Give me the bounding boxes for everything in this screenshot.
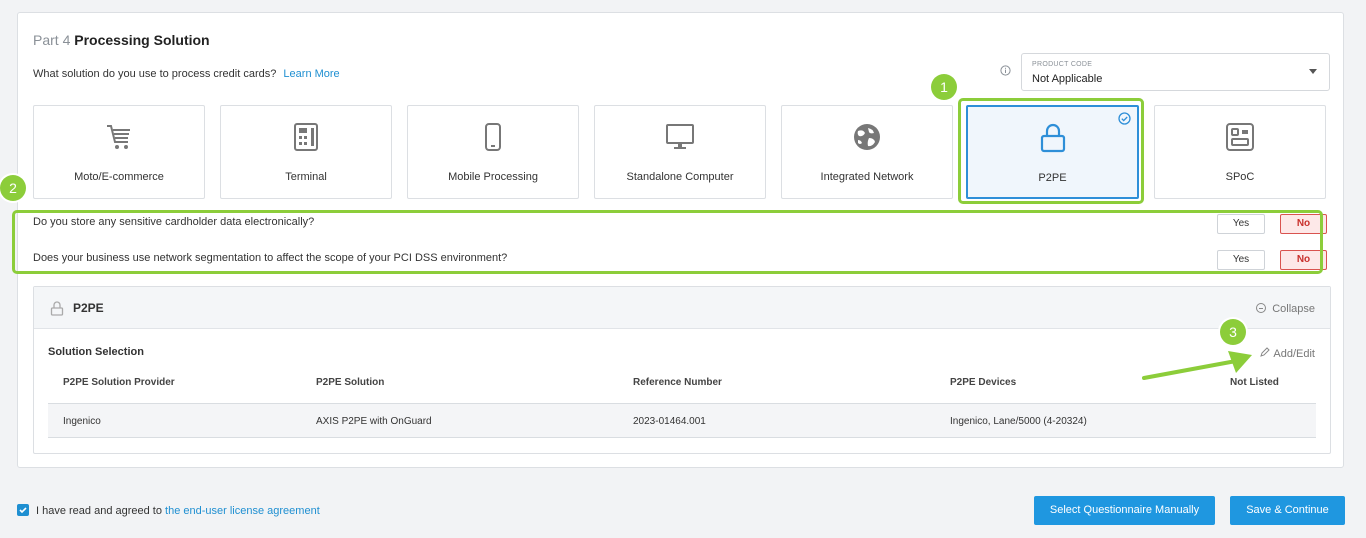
tile-moto-ecommerce[interactable]: Moto/E-commerce bbox=[33, 105, 205, 199]
solution-selection-heading: Solution Selection bbox=[48, 346, 144, 358]
cell-devices: Ingenico, Lane/5000 (4-20324) bbox=[950, 416, 1087, 427]
tile-mobile-processing[interactable]: Mobile Processing bbox=[407, 105, 579, 199]
tile-spoc[interactable]: SPoC bbox=[1154, 105, 1326, 199]
solution-tiles: Moto/E-commerce Terminal Mobile Processi… bbox=[33, 105, 1330, 199]
monitor-icon bbox=[666, 124, 694, 149]
info-icon[interactable] bbox=[1000, 65, 1011, 76]
tile-label: Integrated Network bbox=[820, 171, 914, 183]
calculator-icon bbox=[294, 123, 318, 151]
question-row: Does your business use network segmentat… bbox=[33, 252, 508, 264]
lock-icon bbox=[50, 301, 64, 316]
product-code-select[interactable]: PRODUCT CODE Not Applicable bbox=[1021, 53, 1330, 91]
product-code-value: Not Applicable bbox=[1032, 73, 1103, 85]
eula-checkbox[interactable] bbox=[17, 504, 29, 516]
solution-question: What solution do you use to process cred… bbox=[33, 68, 340, 80]
minus-circle-icon bbox=[1256, 303, 1267, 313]
cell-provider: Ingenico bbox=[63, 416, 101, 427]
pencil-icon bbox=[1260, 347, 1271, 357]
product-code-label: PRODUCT CODE bbox=[1032, 61, 1093, 68]
check-icon bbox=[19, 507, 27, 514]
lock-icon bbox=[1040, 123, 1065, 153]
annotation-badge-3: 3 bbox=[1220, 319, 1246, 345]
cell-solution: AXIS P2PE with OnGuard bbox=[316, 416, 432, 427]
tile-label: Terminal bbox=[285, 171, 327, 183]
yes-button[interactable]: Yes bbox=[1217, 214, 1265, 234]
yes-button[interactable]: Yes bbox=[1217, 250, 1265, 270]
check-circle-icon bbox=[1118, 112, 1131, 125]
part-label: Part 4 bbox=[33, 32, 71, 48]
card-reader-icon bbox=[1226, 123, 1254, 151]
save-continue-button[interactable]: Save & Continue bbox=[1230, 496, 1345, 525]
annotation-badge-1: 1 bbox=[931, 74, 957, 100]
tile-terminal[interactable]: Terminal bbox=[220, 105, 392, 199]
tile-integrated-network[interactable]: Integrated Network bbox=[781, 105, 953, 199]
tile-label: P2PE bbox=[1038, 172, 1067, 184]
table-row[interactable]: Ingenico AXIS P2PE with OnGuard 2023-014… bbox=[48, 404, 1316, 438]
tile-standalone-computer[interactable]: Standalone Computer bbox=[594, 105, 766, 199]
learn-more-link[interactable]: Learn More bbox=[283, 68, 339, 80]
select-questionnaire-manually-button[interactable]: Select Questionnaire Manually bbox=[1034, 496, 1215, 525]
processing-solution-card: Part 4 Processing Solution What solution… bbox=[12, 12, 1344, 468]
globe-icon bbox=[854, 124, 880, 150]
tile-label: Mobile Processing bbox=[448, 171, 538, 183]
chevron-down-icon bbox=[1309, 69, 1317, 74]
panel-title: P2PE bbox=[73, 301, 104, 315]
column-header: P2PE Solution bbox=[316, 377, 385, 388]
panel-header: P2PE Collapse bbox=[34, 287, 1330, 329]
column-header: Reference Number bbox=[633, 377, 722, 388]
column-header: P2PE Devices bbox=[950, 377, 1017, 388]
collapse-button[interactable]: Collapse bbox=[1256, 302, 1315, 315]
annotation-arrow bbox=[1142, 351, 1252, 380]
column-header: P2PE Solution Provider bbox=[63, 377, 175, 388]
no-button[interactable]: No bbox=[1280, 214, 1327, 234]
tile-p2pe[interactable]: P2PE bbox=[966, 105, 1139, 199]
cart-icon bbox=[107, 125, 130, 149]
page-title: Part 4 Processing Solution bbox=[33, 32, 210, 48]
solution-question-text: What solution do you use to process cred… bbox=[33, 68, 277, 80]
section-title: Processing Solution bbox=[74, 32, 210, 48]
question-row: Do you store any sensitive cardholder da… bbox=[33, 216, 315, 228]
eula-agreement: I have read and agreed to the end-user l… bbox=[36, 505, 320, 517]
mobile-icon bbox=[485, 123, 501, 151]
cell-reference: 2023-01464.001 bbox=[633, 416, 706, 427]
no-button[interactable]: No bbox=[1280, 250, 1327, 270]
eula-link[interactable]: the end-user license agreement bbox=[165, 505, 320, 517]
tile-label: SPoC bbox=[1225, 171, 1255, 183]
add-edit-label: Add/Edit bbox=[1273, 348, 1315, 360]
tile-label: Moto/E-commerce bbox=[74, 171, 164, 183]
tile-label: Standalone Computer bbox=[626, 171, 734, 183]
annotation-badge-2: 2 bbox=[0, 175, 26, 201]
add-edit-button[interactable]: Add/Edit bbox=[1260, 347, 1315, 360]
collapse-label: Collapse bbox=[1272, 303, 1315, 315]
eula-text: I have read and agreed to bbox=[36, 505, 166, 517]
p2pe-panel: P2PE Collapse Solution Selection Add/Edi… bbox=[33, 286, 1331, 454]
